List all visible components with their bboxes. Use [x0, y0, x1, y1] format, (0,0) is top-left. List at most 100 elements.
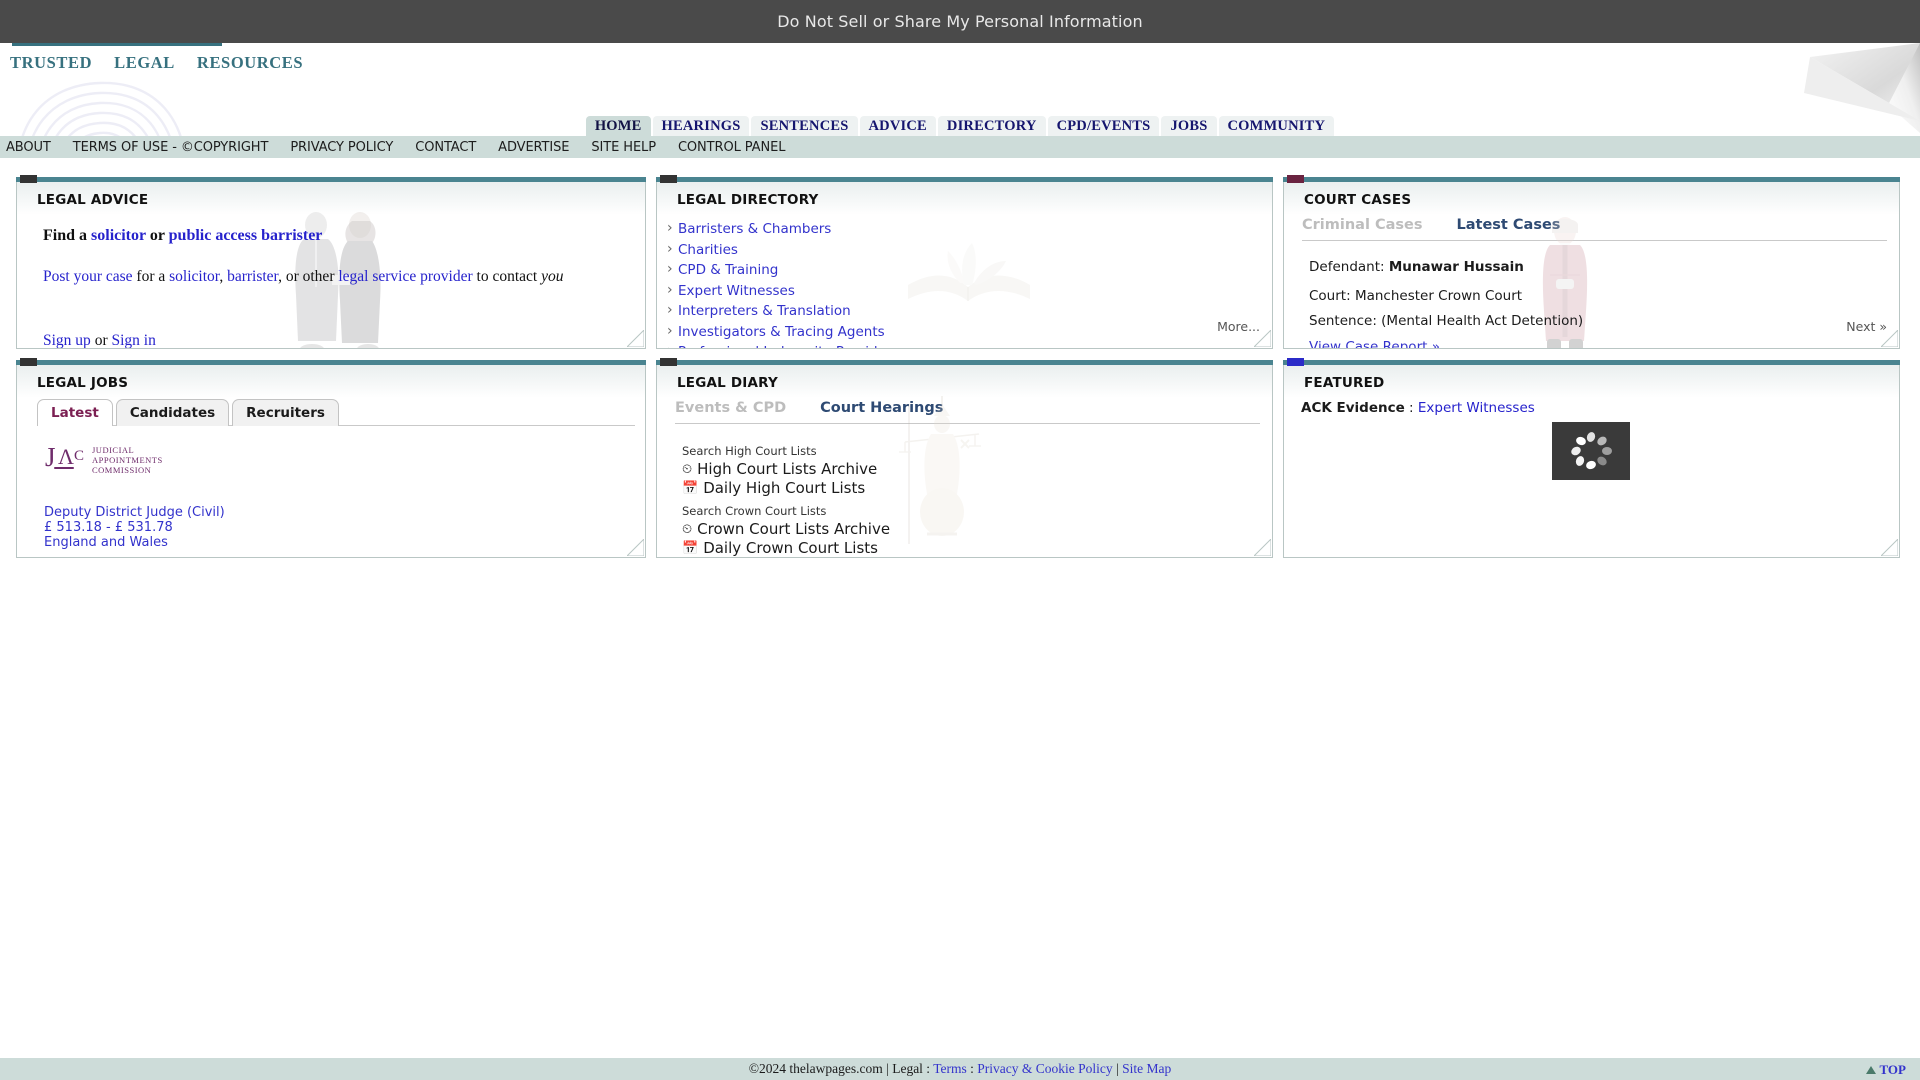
secondary-navigation: ABOUT TERMS OF USE - ©COPYRIGHT PRIVACY … [0, 136, 1920, 158]
footer-sep-1: | Legal : [882, 1061, 934, 1076]
subnav-item-privacy-policy[interactable]: PRIVACY POLICY [290, 140, 393, 155]
panel-accent-marker [20, 358, 37, 366]
footer-sep-2: : [966, 1061, 978, 1076]
subnav-item-control-panel[interactable]: CONTROL PANEL [678, 140, 786, 155]
panel-title-legal-jobs: LEGAL JOBS [37, 375, 129, 391]
diary-link-crown-court-archive[interactable]: ⏲ Crown Court Lists Archive [682, 520, 890, 539]
court-cases-next-link[interactable]: Next » [1846, 319, 1887, 334]
tab-events-cpd[interactable]: Events & CPD [675, 400, 786, 416]
panel-topbar [16, 360, 646, 365]
brand-tagline: TRUSTED LEGAL RESOURCES [10, 53, 303, 73]
tab-court-hearings[interactable]: Court Hearings [820, 400, 943, 416]
subnav-item-site-help[interactable]: SITE HELP [591, 140, 656, 155]
panel-featured: FEATURED ACK Evidence : Expert Witnesses [1283, 358, 1900, 558]
svg-text:JUDICIAL: JUDICIAL [92, 445, 134, 455]
directory-item-expert-witnesses[interactable]: Expert Witnesses [665, 280, 898, 302]
corner-fold-icon [627, 330, 644, 347]
corner-fold-icon [1254, 539, 1271, 556]
job-title[interactable]: Deputy District Judge (Civil) [44, 505, 225, 520]
panel-body: LEGAL DIRECTORY Barristers & Chambers Ch… [656, 181, 1273, 349]
diary-link-label: Crown Court Lists Archive [697, 520, 891, 538]
calendar-icon: 📅 [682, 541, 699, 556]
panel-title-legal-diary: LEGAL DIARY [677, 375, 778, 391]
consent-banner-text[interactable]: Do Not Sell or Share My Personal Informa… [777, 12, 1142, 31]
jac-logo: J Λ C JUDICIAL APPOINTMENTS COMMISSION [45, 440, 167, 482]
diary-link-label: Daily High Court Lists [703, 479, 866, 497]
footer-copyright: ©2024 thelawpages.com [748, 1061, 883, 1076]
case-court-value: Manchester Crown Court [1354, 288, 1523, 304]
panel-accent-marker [1287, 175, 1304, 183]
dashboard-grid: LEGAL ADVICE Find a solicitor or public … [0, 175, 1920, 567]
case-sentence-value: (Mental Health Act Detention) [1381, 313, 1584, 329]
back-to-top-link[interactable]: TOP [1865, 1062, 1906, 1078]
directory-item-investigators-tracing-agents[interactable]: Investigators & Tracing Agents [665, 321, 898, 343]
panel-row-1: LEGAL ADVICE Find a solicitor or public … [0, 175, 1920, 349]
advice-link-sign-in[interactable]: Sign in [111, 332, 155, 348]
diary-link-daily-high-court[interactable]: 📅 Daily High Court Lists [682, 479, 877, 498]
footer-link-site-map[interactable]: Site Map [1122, 1061, 1171, 1076]
view-case-report-link[interactable]: View Case Report » [1309, 339, 1440, 348]
subnav-item-about[interactable]: ABOUT [6, 140, 51, 155]
featured-category-link[interactable]: Expert Witnesses [1418, 400, 1535, 416]
advice-link-barrister[interactable]: barrister [227, 268, 278, 285]
nav-tab-jobs[interactable]: JOBS [1161, 116, 1217, 138]
directory-item-professional-indemnity-providers[interactable]: Professional Indemnity Providers [665, 341, 898, 348]
advice-find-prefix: Find a [43, 227, 92, 244]
directory-item-barristers-chambers[interactable]: Barristers & Chambers [665, 218, 898, 240]
brand-rule [12, 43, 222, 46]
tab-criminal-cases[interactable]: Criminal Cases [1302, 217, 1423, 233]
nav-tab-sentences[interactable]: SENTENCES [751, 116, 858, 138]
panel-title-featured: FEATURED [1304, 375, 1385, 391]
directory-more-link[interactable]: More... [1217, 319, 1260, 334]
featured-separator: : [1404, 400, 1418, 416]
open-book-illustration [908, 243, 1030, 301]
corner-fold-icon [1881, 539, 1898, 556]
footer-link-privacy-cookie-policy[interactable]: Privacy & Cookie Policy [977, 1061, 1112, 1076]
diary-link-high-court-archive[interactable]: ⏲ High Court Lists Archive [682, 460, 877, 479]
diary-link-daily-crown-court[interactable]: 📅 Daily Crown Court Lists [682, 539, 890, 557]
advice-link-legal-service-provider[interactable]: legal service provider [338, 268, 472, 285]
tab-latest[interactable]: Latest [37, 399, 113, 426]
tab-candidates[interactable]: Candidates [115, 399, 230, 426]
subnav-item-advertise[interactable]: ADVERTISE [498, 140, 569, 155]
directory-item-charities[interactable]: Charities [665, 239, 898, 261]
tab-recruiters[interactable]: Recruiters [232, 399, 339, 426]
featured-ad-banner[interactable] [1552, 422, 1630, 480]
panel-legal-jobs: LEGAL JOBS Latest Candidates Recruiters … [16, 358, 646, 558]
advice-post-t3: , or other [278, 268, 339, 285]
case-defendant-line: Defendant: Munawar Hussain [1309, 259, 1524, 275]
subnav-item-terms-of-use[interactable]: TERMS OF USE - ©COPYRIGHT [73, 140, 269, 155]
job-salary[interactable]: £ 513.18 - £ 531.78 [44, 520, 225, 535]
advice-link-sign-up[interactable]: Sign up [43, 332, 91, 348]
featured-advertiser-name: ACK Evidence [1301, 400, 1405, 416]
nav-tab-directory[interactable]: DIRECTORY [937, 116, 1046, 138]
tab-latest-cases[interactable]: Latest Cases [1457, 217, 1561, 233]
directory-item-cpd-training[interactable]: CPD & Training [665, 259, 898, 281]
nav-tab-hearings[interactable]: HEARINGS [652, 116, 750, 138]
advice-link-solicitor[interactable]: solicitor [91, 227, 146, 244]
footer-link-terms[interactable]: Terms [933, 1061, 967, 1076]
advice-link-post-your-case[interactable]: Post your case [43, 268, 133, 285]
loading-spinner-icon [1571, 432, 1612, 470]
diary-group-crown-court: Search Crown Court Lists ⏲ Crown Court L… [682, 504, 890, 557]
panel-legal-diary: LEGAL DIARY Events & CPD Court Hearings [656, 358, 1273, 558]
nav-tab-community[interactable]: COMMUNITY [1218, 116, 1335, 138]
court-cases-tabs: Criminal Cases Latest Cases [1302, 217, 1887, 241]
subnav-item-contact[interactable]: CONTACT [415, 140, 476, 155]
panel-body: COURT CASES Criminal Cases Latest Cases [1283, 181, 1900, 349]
brand-word-trusted: TRUSTED [10, 53, 93, 72]
nav-tab-advice[interactable]: ADVICE [859, 116, 936, 138]
job-location[interactable]: England and Wales [44, 535, 225, 550]
advice-link-public-access-barrister[interactable]: public access barrister [169, 227, 323, 244]
advice-post-t4: to contact [472, 268, 542, 285]
case-court-label: Court: [1309, 288, 1355, 304]
directory-item-interpreters-translation[interactable]: Interpreters & Translation [665, 300, 898, 322]
advice-post-t2: , [219, 268, 228, 285]
advice-link-solicitor-2[interactable]: solicitor [169, 268, 219, 285]
panel-accent-marker [660, 175, 677, 183]
calendar-icon: 📅 [682, 481, 699, 496]
panel-body: LEGAL DIARY Events & CPD Court Hearings [656, 364, 1273, 558]
nav-tab-cpd-events[interactable]: CPD/EVENTS [1047, 116, 1160, 138]
nav-tab-home[interactable]: HOME [585, 116, 651, 138]
advice-post-line: Post your case for a solicitor, barriste… [43, 268, 563, 286]
